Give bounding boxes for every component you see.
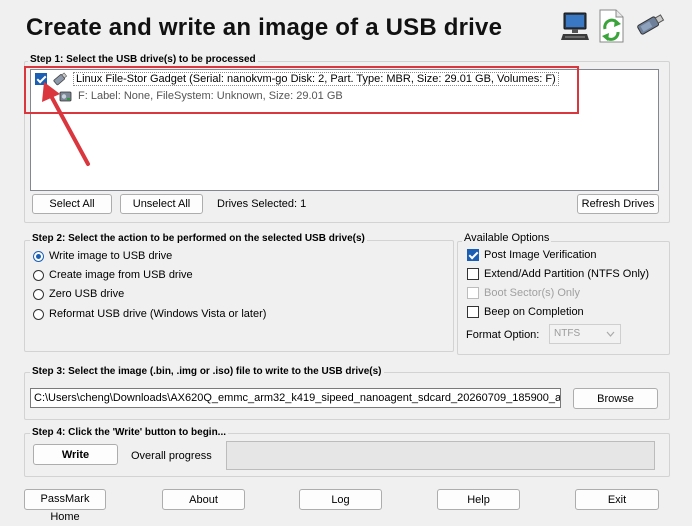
overall-progress-label: Overall progress (131, 450, 212, 462)
checkbox[interactable] (467, 249, 479, 261)
checkbox-label: Beep on Completion (484, 306, 584, 318)
page-title: Create and write an image of a USB drive (26, 14, 503, 41)
refresh-document-icon (596, 8, 626, 44)
option-beep-on-completion[interactable]: Beep on Completion (467, 306, 584, 318)
radio-write-image[interactable]: Write image to USB drive (33, 250, 172, 262)
overall-progress-bar (226, 441, 655, 470)
browse-button[interactable]: Browse (573, 388, 658, 409)
help-button[interactable]: Help (437, 489, 520, 510)
checkbox-label: Boot Sector(s) Only (484, 287, 580, 299)
step2-label: Step 2: Select the action to be performe… (30, 233, 367, 244)
select-all-button[interactable]: Select All (32, 194, 112, 214)
chevron-down-icon (606, 327, 615, 344)
option-boot-sector-only: Boot Sector(s) Only (467, 287, 580, 299)
radio-button[interactable] (33, 250, 44, 262)
option-extend-partition[interactable]: Extend/Add Partition (NTFS Only) (467, 268, 649, 280)
usb-drive-icon (632, 12, 666, 38)
step4-label: Step 4: Click the 'Write' button to begi… (30, 427, 229, 438)
highlight-box (24, 66, 579, 114)
red-arrow-annotation (42, 82, 90, 166)
radio-label: Reformat USB drive (Windows Vista or lat… (49, 308, 267, 320)
format-option-value: NTFS (554, 328, 581, 339)
radio-zero-drive[interactable]: Zero USB drive (33, 288, 124, 300)
checkbox[interactable] (467, 268, 479, 280)
write-button[interactable]: Write (33, 444, 118, 465)
unselect-all-button[interactable]: Unselect All (120, 194, 203, 214)
checkbox (467, 287, 479, 299)
log-button[interactable]: Log (299, 489, 382, 510)
step1-label: Step 1: Select the USB drive(s) to be pr… (28, 54, 258, 65)
radio-label: Zero USB drive (49, 288, 125, 300)
checkbox[interactable] (467, 306, 479, 318)
checkbox-label: Post Image Verification (484, 249, 597, 261)
refresh-drives-button[interactable]: Refresh Drives (577, 194, 659, 214)
format-option-select: NTFS (549, 324, 621, 344)
about-button[interactable]: About (162, 489, 245, 510)
drives-selected-count: Drives Selected: 1 (217, 198, 307, 210)
radio-create-image[interactable]: Create image from USB drive (33, 269, 193, 281)
radio-label: Write image to USB drive (49, 250, 173, 262)
step3-label: Step 3: Select the image (.bin, .img or … (30, 366, 384, 377)
option-post-image-verification[interactable]: Post Image Verification (467, 249, 597, 261)
exit-button[interactable]: Exit (575, 489, 659, 510)
radio-label: Create image from USB drive (49, 269, 193, 281)
radio-reformat-drive[interactable]: Reformat USB drive (Windows Vista or lat… (33, 308, 266, 320)
available-options-label: Available Options (462, 232, 552, 244)
radio-button[interactable] (33, 288, 44, 300)
checkbox-label: Extend/Add Partition (NTFS Only) (484, 268, 650, 280)
passmark-home-button[interactable]: PassMark Home (24, 489, 106, 523)
format-option-label: Format Option: (466, 329, 540, 341)
radio-button[interactable] (33, 269, 44, 281)
image-path-field[interactable]: C:\Users\cheng\Downloads\AX620Q_emmc_arm… (30, 388, 561, 408)
radio-button[interactable] (33, 308, 44, 320)
computer-icon (560, 10, 590, 42)
